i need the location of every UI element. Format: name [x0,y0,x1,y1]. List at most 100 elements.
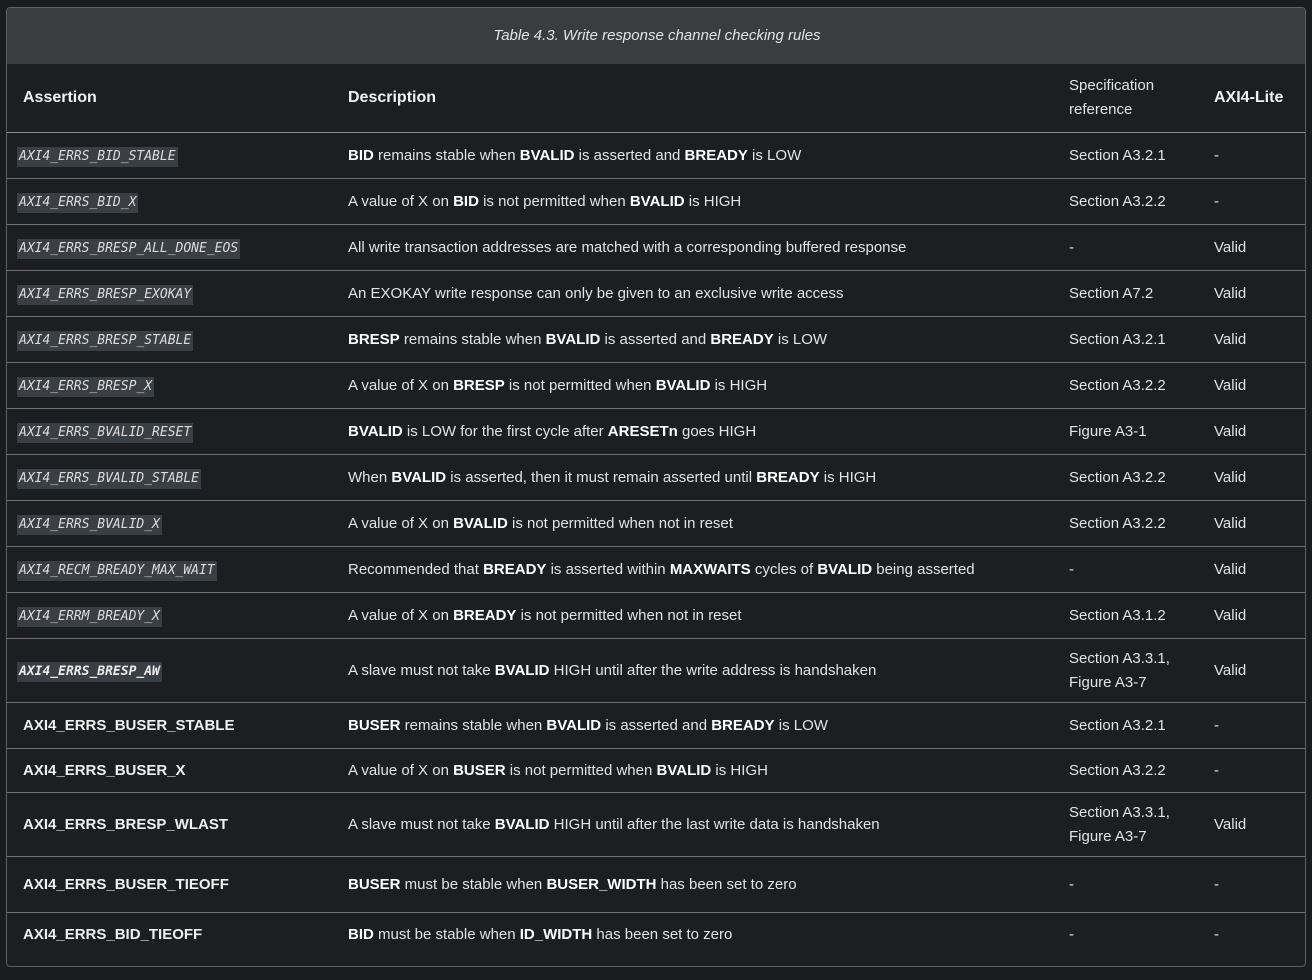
assertion-cell: AXI4_ERRS_BVALID_RESET [7,408,332,455]
table-row: AXI4_RECM_BREADY_MAX_WAIT Recommended tha… [7,546,1305,593]
description-text: remains stable when [373,146,520,164]
table-row: AXI4_ERRS_BRESP_AW A slave must not take … [7,638,1305,703]
axi4-lite-cell: Valid [1198,792,1305,857]
assertion-cell: AXI4_ERRS_BID_TIEOFF [7,912,332,957]
description-text: goes HIGH [677,422,757,440]
header-row: Assertion Description Specification refe… [7,64,1305,133]
description-text: A value of X on [348,192,454,210]
description-text: is asserted and [600,330,711,348]
assertion-cell: AXI4_ERRS_BUSER_X [7,748,332,793]
description-text: being asserted [872,560,975,578]
axi4-lite-cell: Valid [1198,546,1305,593]
signal-name: BVALID [391,468,447,486]
spec-reference-cell: - [1053,856,1198,913]
signal-name: BVALID [656,761,712,779]
assertion-name: AXI4_ERRS_BUSER_STABLE [23,716,235,734]
description-text: remains stable when [399,330,546,348]
signal-name: ID_WIDTH [519,925,593,943]
axi4-lite-cell: - [1198,912,1305,957]
description-text: A slave must not take [348,815,495,833]
description-text: A value of X on [348,514,454,532]
description-text: is not permitted when [505,761,657,779]
description-text: Recommended that [348,560,484,578]
assertion-name: AXI4_ERRS_BRESP_EXOKAY [17,284,194,305]
signal-name: BUSER [348,875,401,893]
description-text: is HIGH [684,192,742,210]
signal-name: BREADY [756,468,820,486]
table-row: AXI4_ERRS_BVALID_X A value of X on BVALID… [7,500,1305,547]
description-text: is HIGH [711,761,768,779]
description-text: is not permitted when not in reset [507,514,733,532]
description-text: is LOW [747,146,802,164]
spec-reference-cell: Figure A3-1 [1053,408,1198,455]
rules-table: Table 4.3. Write response channel checki… [7,8,1305,957]
table-row: AXI4_ERRS_BID_TIEOFF BID must be stable w… [7,912,1305,957]
spec-reference-cell: Section A3.2.1 [1069,146,1166,164]
table-row: AXI4_ERRS_BUSER_X A value of X on BUSER i… [7,748,1305,793]
checking-rules-table: Table 4.3. Write response channel checki… [6,7,1306,967]
assertion-cell: AXI4_RECM_BREADY_MAX_WAIT [7,546,332,593]
description-cell: An EXOKAY write response can only be giv… [332,270,1053,317]
description-cell: A value of X on BID is not permitted whe… [332,178,1053,225]
signal-name: BREADY [711,716,775,734]
assertion-name: AXI4_ERRS_BID_STABLE [17,146,178,167]
header-spec-reference: Specification reference [1053,64,1198,133]
table-row: AXI4_ERRM_BREADY_X A value of X on BREADY… [7,592,1305,639]
signal-name: BREADY [684,146,748,164]
spec-reference-cell: Section A3.2.2 [1053,178,1198,225]
axi4-lite-cell: Valid [1198,592,1305,639]
description-cell: A value of X on BUSER is not permitted w… [332,748,1053,793]
spec-reference-cell: Section A3.3.1, Figure A3-7 [1053,638,1198,703]
assertion-name: AXI4_ERRS_BUSER_TIEOFF [23,875,229,893]
signal-name: BVALID [546,716,602,734]
description-text: is not permitted when not in reset [516,606,742,624]
table-caption: Table 4.3. Write response channel checki… [7,8,1305,64]
table-row: AXI4_ERRS_BRESP_EXOKAY An EXOKAY write re… [7,270,1305,317]
description-text: A value of X on [348,761,454,779]
table-row: AXI4_ERRS_BRESP_WLAST A slave must not ta… [7,792,1305,857]
assertion-name: AXI4_ERRS_BVALID_STABLE [17,468,202,489]
table-row: AXI4_ERRS_BVALID_STABLE When BVALID is as… [7,454,1305,501]
signal-name: BID [453,192,479,210]
description-text: When [348,468,392,486]
description-text: remains stable when [400,716,547,734]
signal-name: BUSER_WIDTH [546,875,657,893]
signal-name: BVALID [519,146,575,164]
description-text: is LOW [774,716,828,734]
assertion-cell: AXI4_ERRS_BRESP_AW [7,638,332,703]
description-cell: A slave must not take BVALID HIGH until … [332,792,1053,857]
description-text: is asserted and [574,146,685,164]
assertion-name: AXI4_ERRS_BID_X [17,192,139,213]
signal-name: BRESP [453,376,505,394]
signal-name: BREADY [710,330,774,348]
description-text: must be stable when [373,925,520,943]
description-text: A slave must not take [348,661,495,679]
spec-reference-cell: Section A3.3.1, Figure A3-7 [1053,792,1198,857]
description-text: is not permitted when [478,192,630,210]
description-cell: A slave must not take BVALID HIGH until … [332,638,1053,703]
assertion-name: AXI4_ERRS_BRESP_AW [17,661,162,682]
description-cell: BVALID is LOW for the first cycle after … [332,408,1053,455]
signal-name: ARESETn [607,422,678,440]
signal-name: BREADY [453,606,517,624]
spec-reference-cell: - [1053,546,1198,593]
signal-name: BRESP [348,330,400,348]
description-cell: All write transaction addresses are matc… [332,224,1053,271]
axi4-lite-cell: Valid [1198,362,1305,409]
header-axi4-lite: AXI4-Lite [1198,64,1305,133]
description-cell: BRESP remains stable when BVALID is asse… [332,316,1053,363]
table-row: AXI4_ERRS_BID_X A value of X on BID is no… [7,178,1305,225]
assertion-cell: AXI4_ERRS_BID_X [7,178,332,225]
spec-reference-cell: - [1053,224,1198,271]
axi4-lite-cell: Valid [1198,408,1305,455]
spec-reference-cell: - [1053,912,1198,957]
description-cell: When BVALID is asserted, then it must re… [332,454,1053,501]
description-text: is not permitted when [504,376,656,394]
axi4-lite-cell: Valid [1198,454,1305,501]
description-cell: BID must be stable when ID_WIDTH has bee… [332,912,1053,957]
assertion-cell: AXI4_ERRS_BVALID_STABLE [7,454,332,501]
table-row: AXI4_ERRS_BID_STABLE BID remains stable w… [7,133,1305,179]
description-text: is LOW [773,330,828,348]
description-text: A value of X on [348,376,454,394]
description-text: All write transaction addresses are matc… [348,238,907,256]
